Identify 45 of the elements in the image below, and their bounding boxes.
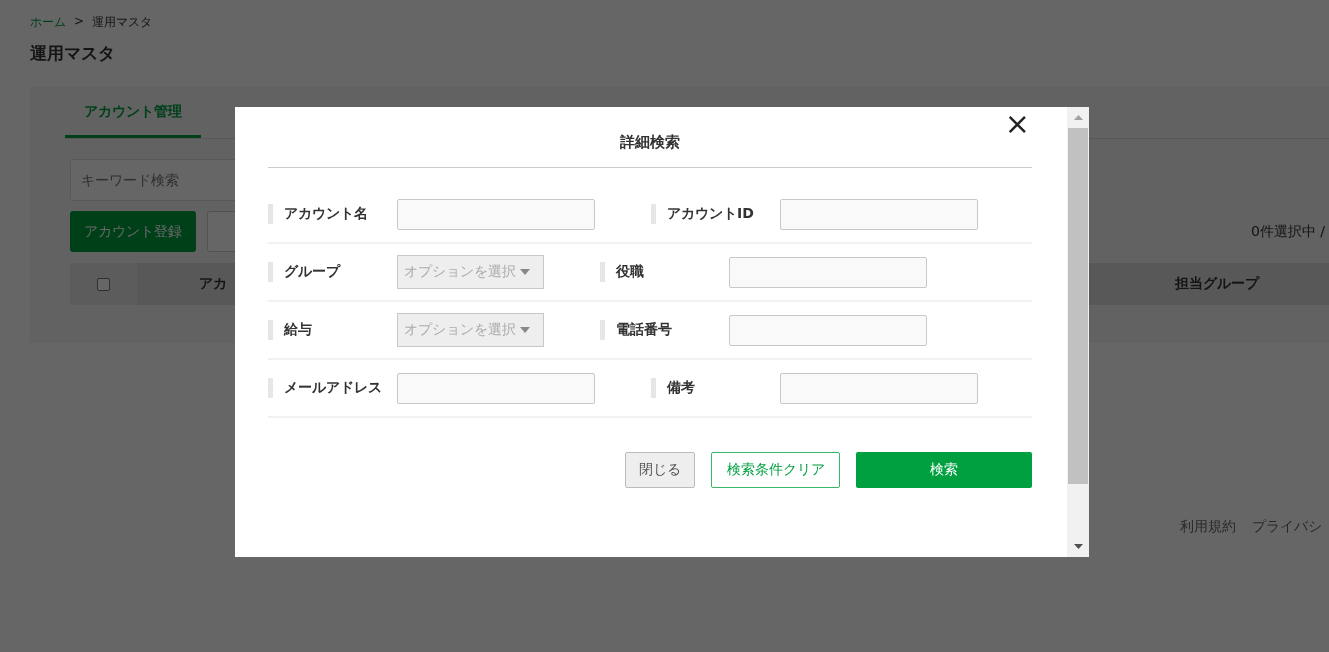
scrollbar[interactable]	[1067, 107, 1089, 557]
close-dialog-button[interactable]: 閉じる	[625, 452, 695, 488]
caret-icon	[520, 327, 530, 333]
footer-link[interactable]: プライバシ	[1252, 518, 1322, 536]
label-marker	[268, 204, 273, 224]
breadcrumb-current: 運用マスタ	[92, 14, 153, 31]
field-label: 備考	[667, 379, 696, 397]
register-button[interactable]: アカウント登録	[70, 211, 196, 252]
breadcrumb-separator: >	[74, 14, 85, 30]
dialog-title: 詳細検索	[620, 132, 680, 152]
search-button[interactable]: 検索	[856, 452, 1032, 488]
input-field[interactable]	[729, 314, 927, 346]
select-all-checkbox[interactable]	[97, 277, 110, 291]
label-marker	[651, 204, 656, 224]
scroll-down-icon[interactable]	[1073, 544, 1083, 549]
label-marker	[268, 320, 273, 340]
scroll-up-icon[interactable]	[1073, 115, 1083, 120]
close-button[interactable]: ×	[1000, 107, 1034, 141]
footer-link[interactable]: 利用規約	[1180, 518, 1236, 536]
field-label: アカウントID	[667, 205, 755, 223]
caret-icon	[520, 269, 530, 275]
label-marker	[651, 378, 656, 398]
field-label: 役職	[616, 263, 645, 281]
label-marker	[600, 262, 605, 282]
field-label: 電話番号	[616, 321, 673, 339]
scrollbar-thumb[interactable]	[1068, 128, 1088, 484]
input-field[interactable]	[780, 198, 978, 230]
breadcrumb-link[interactable]: ホーム	[30, 14, 66, 34]
page-title: 運用マスタ	[30, 42, 116, 65]
selection-count: 0件選択中 /	[1250, 222, 1325, 241]
input-field[interactable]	[397, 372, 595, 404]
field-label: 給与	[284, 321, 313, 339]
column-header: アカ	[199, 275, 227, 293]
column-header: 担当グループ	[1175, 275, 1259, 293]
field-label: グループ	[284, 263, 342, 281]
input-field[interactable]	[780, 372, 978, 404]
label-marker	[268, 262, 273, 282]
input-field[interactable]	[397, 198, 595, 230]
label-marker	[268, 378, 273, 398]
field-label: メールアドレス	[284, 379, 383, 397]
clear-button[interactable]: 検索条件クリア	[711, 452, 840, 488]
tab[interactable]: アカウント管理	[65, 103, 201, 138]
field-label: アカウント名	[284, 205, 369, 223]
label-marker	[600, 320, 605, 340]
input-field[interactable]	[729, 256, 927, 288]
